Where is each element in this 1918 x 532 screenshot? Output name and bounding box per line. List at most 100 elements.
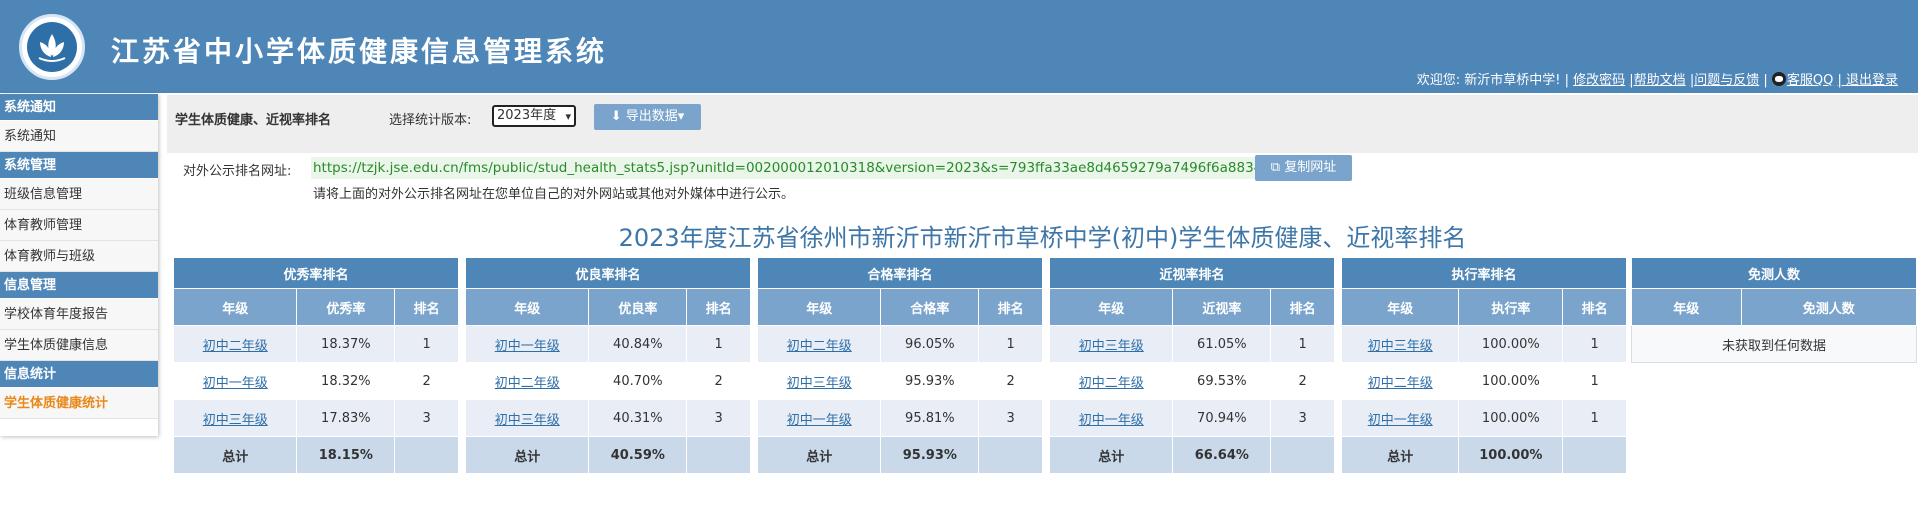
empty-message: 未获取到任何数据 xyxy=(1631,325,1917,363)
column-header: 优秀率 xyxy=(296,288,396,326)
table-caption: 优秀率排名 xyxy=(173,257,459,289)
logo xyxy=(19,14,85,80)
public-url-value[interactable]: https://tzjk.jse.edu.cn/fms/public/stud_… xyxy=(311,157,1273,179)
execution-rate-table: 执行率排名 年级 执行率 排名 初中三年级 100.00% 1 初中二年级 10… xyxy=(1340,257,1627,474)
rate-cell: 17.83% xyxy=(296,399,396,437)
rate-cell: 69.53% xyxy=(1172,362,1272,400)
feedback-link[interactable]: |问题与反馈 xyxy=(1690,73,1759,88)
table-row: 初中一年级 95.81% 3 xyxy=(756,399,1043,437)
column-header: 排名 xyxy=(1270,288,1335,326)
sidebar-item-system-notice[interactable]: 系统通知 xyxy=(0,121,158,152)
grade-link[interactable]: 初中一年级 xyxy=(787,413,852,428)
rank-cell: 2 xyxy=(394,362,459,400)
myopia-rate-table: 近视率排名 年级 近视率 排名 初中三年级 61.05% 1 初中二年级 69.… xyxy=(1048,257,1335,474)
copy-url-button[interactable]: ⧉ 复制网址 xyxy=(1255,155,1352,181)
total-rate: 40.59% xyxy=(588,436,688,474)
grade-link[interactable]: 初中三年级 xyxy=(495,413,560,428)
sidebar-item-pe-teacher-management[interactable]: 体育教师管理 xyxy=(0,210,158,241)
app-title: 江苏省中小学体质健康信息管理系统 xyxy=(111,35,608,68)
sidebar-item-teacher-class[interactable]: 体育教师与班级 xyxy=(0,241,158,272)
sidebar-group-system[interactable]: 系统管理 xyxy=(0,152,158,179)
column-header: 年级 xyxy=(172,288,298,326)
rate-cell: 100.00% xyxy=(1458,325,1564,363)
grade-link[interactable]: 初中二年级 xyxy=(1079,376,1144,391)
column-header: 排名 xyxy=(1562,288,1627,326)
column-header: 年级 xyxy=(1340,288,1460,326)
table-caption: 执行率排名 xyxy=(1341,257,1627,289)
rank-cell: 1 xyxy=(1562,362,1627,400)
sidebar-group-stats[interactable]: 信息统计 xyxy=(0,361,158,388)
grade-link[interactable]: 初中二年级 xyxy=(203,339,268,354)
table-row: 初中二年级 69.53% 2 xyxy=(1048,362,1335,400)
rate-cell: 40.84% xyxy=(588,325,688,363)
table-row: 初中三年级 95.93% 2 xyxy=(756,362,1043,400)
copy-url-label: 复制网址 xyxy=(1284,160,1337,175)
rate-cell: 40.31% xyxy=(588,399,688,437)
rate-cell: 18.37% xyxy=(296,325,396,363)
good-rate-table: 优良率排名 年级 优良率 排名 初中一年级 40.84% 1 初中二年级 40.… xyxy=(464,257,751,474)
change-password-link[interactable]: 修改密码 xyxy=(1573,73,1625,88)
grade-link[interactable]: 初中二年级 xyxy=(1368,376,1433,391)
column-header: 免测人数 xyxy=(1740,288,1918,326)
exempt-count-table: 免测人数 年级 免测人数 未获取到任何数据 xyxy=(1631,257,1918,363)
user-bar: 欢迎您: 新沂市草桥中学! | 修改密码 |帮助文档 |问题与反馈 | 客服QQ… xyxy=(1417,69,1898,88)
grade-link[interactable]: 初中三年级 xyxy=(787,376,852,391)
export-data-button[interactable]: ⬇ 导出数据▾ xyxy=(594,104,701,130)
rank-cell: 3 xyxy=(1270,399,1335,437)
excellent-rate-table: 优秀率排名 年级 优秀率 排名 初中二年级 18.37% 1 初中一年级 18.… xyxy=(172,257,459,474)
rate-cell: 70.94% xyxy=(1172,399,1272,437)
table-caption: 免测人数 xyxy=(1631,257,1917,289)
sidebar-group-info[interactable]: 信息管理 xyxy=(0,272,158,299)
table-caption: 近视率排名 xyxy=(1049,257,1335,289)
total-row: 总计 100.00% xyxy=(1340,436,1627,474)
grade-link[interactable]: 初中三年级 xyxy=(1368,339,1433,354)
sidebar-item-class-management[interactable]: 班级信息管理 xyxy=(0,179,158,210)
total-label: 总计 xyxy=(464,436,590,474)
separator: | xyxy=(1763,73,1768,88)
column-header: 年级 xyxy=(1631,288,1742,326)
rank-cell: 1 xyxy=(978,325,1043,363)
sidebar-item-annual-report[interactable]: 学校体育年度报告 xyxy=(0,299,158,330)
grade-link[interactable]: 初中三年级 xyxy=(1079,339,1144,354)
rate-cell: 100.00% xyxy=(1458,362,1564,400)
column-header: 近视率 xyxy=(1172,288,1272,326)
grade-link[interactable]: 初中二年级 xyxy=(495,376,560,391)
rank-cell: 2 xyxy=(1270,362,1335,400)
grade-link[interactable]: 初中一年级 xyxy=(1368,413,1433,428)
grade-link[interactable]: 初中三年级 xyxy=(203,413,268,428)
welcome-text: 欢迎您: 新沂市草桥中学! | xyxy=(1416,73,1569,88)
total-label: 总计 xyxy=(756,436,882,474)
service-qq-link[interactable]: 客服QQ xyxy=(1787,73,1833,88)
rank-cell: 1 xyxy=(1562,325,1627,363)
rank-cell: 3 xyxy=(978,399,1043,437)
total-rank xyxy=(686,436,751,474)
rate-cell: 100.00% xyxy=(1458,399,1564,437)
sidebar-group-notice[interactable]: 系统通知 xyxy=(0,94,158,121)
column-header: 年级 xyxy=(464,288,590,326)
logout-link[interactable]: | 退出登录 xyxy=(1837,73,1898,88)
table-row: 初中一年级 18.32% 2 xyxy=(172,362,459,400)
grade-link[interactable]: 初中一年级 xyxy=(495,339,560,354)
public-url-label: 对外公示排名网址: xyxy=(183,164,292,179)
table-row: 初中二年级 100.00% 1 xyxy=(1340,362,1627,400)
version-label: 选择统计版本: xyxy=(389,113,472,128)
total-row: 总计 40.59% xyxy=(464,436,751,474)
version-select[interactable]: 2023年度 ▾ xyxy=(492,105,576,127)
version-select-value: 2023年度 xyxy=(497,108,557,123)
table-row: 初中三年级 100.00% 1 xyxy=(1340,325,1627,363)
sidebar-item-health-info[interactable]: 学生体质健康信息 xyxy=(0,330,158,361)
table-row: 初中三年级 61.05% 1 xyxy=(1048,325,1335,363)
help-docs-link[interactable]: |帮助文档 xyxy=(1629,73,1685,88)
table-row: 初中二年级 40.70% 2 xyxy=(464,362,751,400)
total-rate: 66.64% xyxy=(1172,436,1272,474)
page-title: 学生体质健康、近视率排名 xyxy=(175,113,332,128)
lotus-emblem-icon xyxy=(27,22,77,72)
rank-cell: 1 xyxy=(686,325,751,363)
grade-link[interactable]: 初中二年级 xyxy=(787,339,852,354)
grade-link[interactable]: 初中一年级 xyxy=(1079,413,1144,428)
grade-link[interactable]: 初中一年级 xyxy=(203,376,268,391)
table-caption: 合格率排名 xyxy=(757,257,1043,289)
sidebar-item-health-stats[interactable]: 学生体质健康统计 xyxy=(0,388,158,419)
pass-rate-table: 合格率排名 年级 合格率 排名 初中二年级 96.05% 1 初中三年级 95.… xyxy=(756,257,1043,474)
rank-cell: 3 xyxy=(394,399,459,437)
